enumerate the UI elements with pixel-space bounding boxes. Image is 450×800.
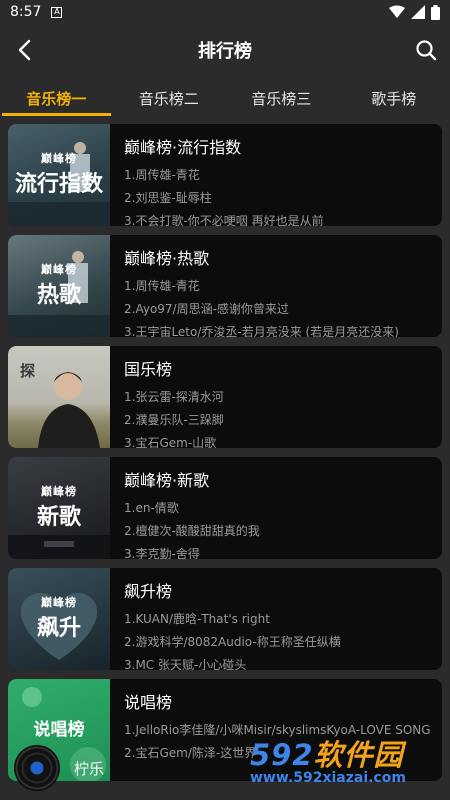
chart-cover: 巅峰榜 热歌	[8, 235, 110, 337]
tab-music-chart-2[interactable]: 音乐榜二	[113, 78, 226, 118]
song-item: 2.濮曼乐队-三跺脚	[124, 413, 224, 427]
cover-text: 流行指数	[14, 172, 103, 197]
tab-singer-chart[interactable]: 歌手榜	[338, 78, 450, 118]
song-item: 1.KUAN/鹿晗-That's right	[124, 612, 270, 626]
chart-cover: 巅峰榜 新歌	[8, 457, 110, 559]
tab-music-chart-3[interactable]: 音乐榜三	[225, 78, 338, 118]
song-item: 3.李克勤-舍得	[124, 547, 200, 559]
chart-title: 国乐榜	[124, 360, 173, 379]
chart-cover: 巅峰榜 飙升	[8, 568, 110, 670]
cover-text: 新歌	[36, 505, 81, 530]
page-title: 排行榜	[198, 41, 252, 62]
song-item: 1.张云雷-探清水河	[124, 390, 224, 404]
song-item: 2.檀健次-酸酸甜甜真的我	[124, 524, 260, 538]
watermark-url: www.592xiazai.com	[250, 770, 406, 786]
cover-text: 飙升	[36, 616, 81, 641]
wifi-icon	[389, 5, 405, 18]
cover-tag: 巅峰榜	[41, 596, 77, 609]
cover-tag: 巅峰榜	[41, 485, 77, 498]
song-item: 3.不会打歌-你不必哽咽 再好也是从前	[124, 214, 324, 226]
chart-card-chinese-music[interactable]: 探 国乐榜 1.张云雷-探清水河 2.濮曼乐队-三跺脚 3.宝石Gem-山歌	[8, 346, 442, 448]
chart-cover: 探	[8, 346, 110, 448]
search-icon[interactable]	[414, 38, 438, 62]
song-item: 3.MC 张天赋-小心碰头	[124, 658, 247, 670]
chart-title: 飙升榜	[124, 582, 173, 601]
battery-icon	[431, 4, 440, 20]
vinyl-disc-icon[interactable]	[14, 745, 60, 791]
chart-cover: 巅峰榜 流行指数	[8, 124, 110, 226]
song-item: 2.刘思鉴-耻辱柱	[124, 191, 212, 205]
song-item: 1.周传雄-青花	[124, 168, 200, 182]
player-track-name: 柠乐	[74, 759, 105, 778]
cover-text: 说唱榜	[33, 720, 85, 740]
watermark-logo: 592软件园	[250, 732, 446, 774]
watermark-soft: 软件园	[313, 738, 404, 772]
watermark: 592软件园 www.592xiazai.com	[250, 732, 446, 792]
svg-text:探: 探	[20, 362, 35, 380]
chart-card-popular-index[interactable]: 巅峰榜 流行指数 巅峰榜·流行指数 1.周传雄-青花 2.刘思鉴-耻辱柱 3.不…	[8, 124, 442, 226]
song-item: 1.周传雄-青花	[124, 279, 200, 293]
top-bar: 排行榜	[0, 28, 450, 72]
chart-card-hot-songs[interactable]: 巅峰榜 热歌 巅峰榜·热歌 1.周传雄-青花 2.Ayo97/周思涵-感谢你曾来…	[8, 235, 442, 337]
song-item: 1.en-倩歌	[124, 501, 179, 515]
chart-title: 巅峰榜·流行指数	[124, 138, 242, 157]
notification-icon: A	[51, 6, 63, 18]
song-item: 3.宝石Gem-山歌	[124, 436, 217, 448]
song-item: 2.游戏科学/8082Audio-称王称圣任纵横	[124, 635, 341, 649]
chart-title: 巅峰榜·新歌	[124, 471, 210, 490]
signal-icon	[411, 5, 425, 19]
chart-title: 巅峰榜·热歌	[124, 249, 210, 268]
chart-card-rising[interactable]: 巅峰榜 飙升 飙升榜 1.KUAN/鹿晗-That's right 2.游戏科学…	[8, 568, 442, 670]
song-item: 2.Ayo97/周思涵-感谢你曾来过	[124, 302, 289, 316]
watermark-num: 592	[250, 738, 314, 772]
tab-music-chart-1[interactable]: 音乐榜一	[0, 78, 113, 118]
song-item: 3.王宇宙Leto/乔浚丞-若月亮没来 (若是月亮还没来)	[124, 325, 399, 337]
status-bar: 8:57 A	[0, 0, 450, 24]
cover-text: 热歌	[36, 283, 81, 308]
cover-tag: 巅峰榜	[41, 263, 77, 276]
chart-card-new-songs[interactable]: 巅峰榜 新歌 巅峰榜·新歌 1.en-倩歌 2.檀健次-酸酸甜甜真的我 3.李克…	[8, 457, 442, 559]
chart-title: 说唱榜	[124, 693, 173, 712]
tab-bar: 音乐榜一 音乐榜二 音乐榜三 歌手榜	[0, 78, 450, 118]
cover-portrait: 探	[20, 362, 100, 448]
status-time: 8:57	[10, 4, 42, 20]
chart-list: 巅峰榜 流行指数 巅峰榜·流行指数 1.周传雄-青花 2.刘思鉴-耻辱柱 3.不…	[8, 124, 442, 790]
back-arrow-icon[interactable]	[14, 38, 38, 62]
cover-tag: 巅峰榜	[41, 152, 77, 165]
mini-player[interactable]: 柠乐	[14, 742, 234, 794]
